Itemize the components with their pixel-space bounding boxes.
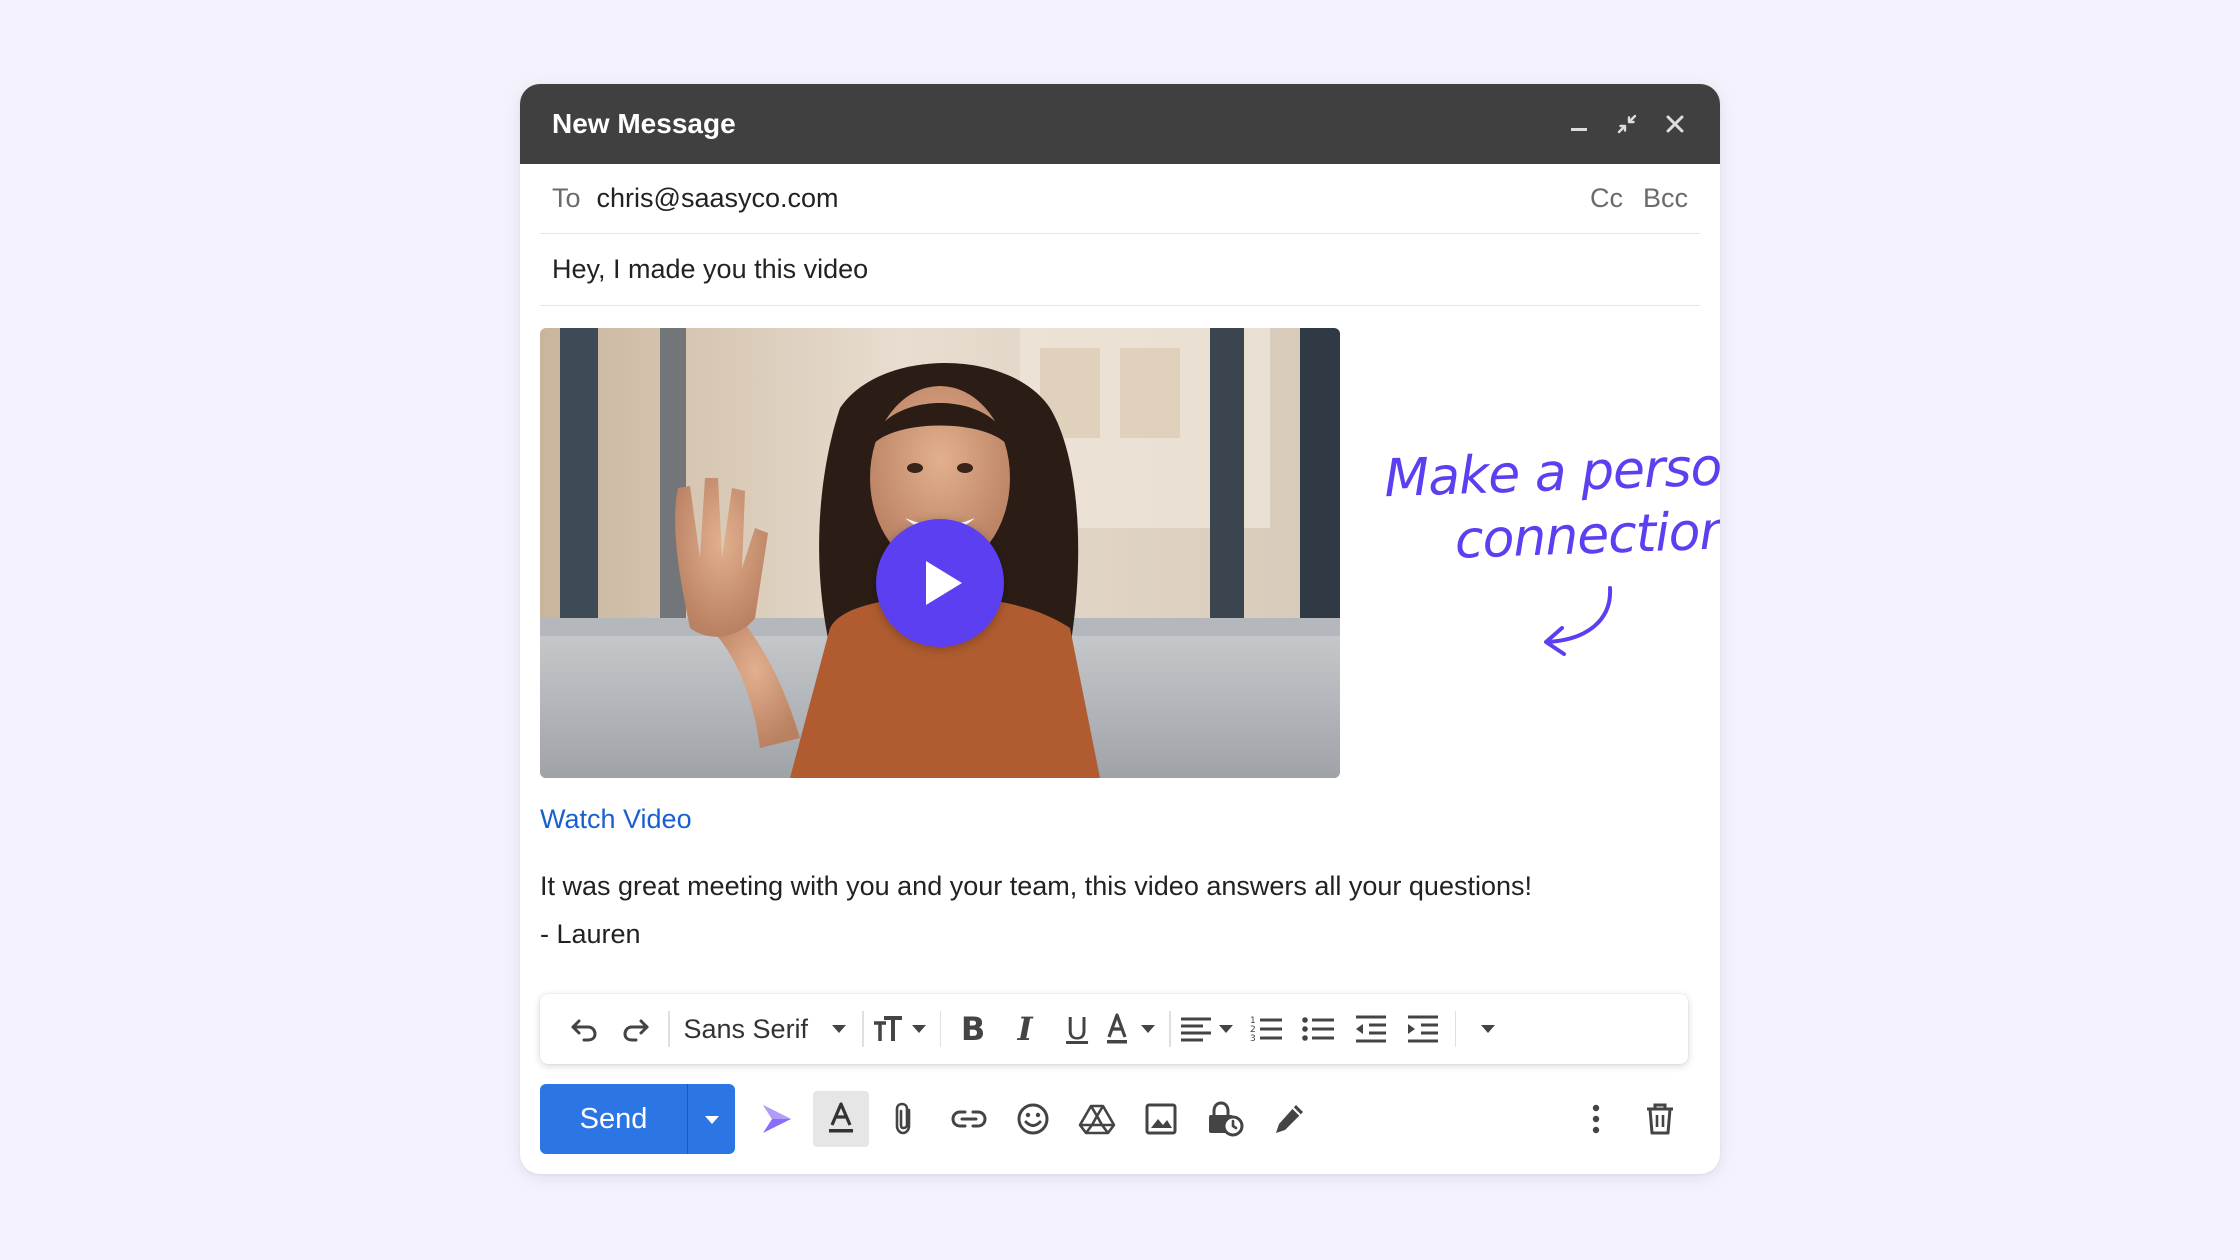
more-formatting-button[interactable] — [1462, 1005, 1514, 1053]
discard-draft-icon[interactable] — [1632, 1091, 1688, 1147]
bcc-button[interactable]: Bcc — [1643, 183, 1688, 214]
play-icon — [926, 561, 962, 605]
confidential-mode-icon[interactable] — [1197, 1091, 1253, 1147]
handwritten-annotation: Make a personal connection — [1380, 433, 1720, 576]
compose-window: New Message To chris@saasyco.com Cc Bcc … — [520, 84, 1720, 1174]
numbered-list-icon: 1 2 3 — [1250, 1016, 1282, 1044]
subject-field[interactable]: Hey, I made you this video — [552, 254, 868, 285]
annotation-line-1: Make a personal — [1383, 434, 1720, 510]
indent-more-icon — [1407, 1015, 1438, 1043]
underline-icon: U — [1066, 1011, 1089, 1047]
insert-link-icon[interactable] — [941, 1091, 997, 1147]
text-size-icon — [873, 1016, 926, 1041]
toolbar-divider — [668, 1011, 670, 1047]
bold-button[interactable]: B — [947, 1005, 999, 1053]
font-family-label: Sans Serif — [683, 1013, 809, 1044]
play-button[interactable] — [876, 519, 1004, 647]
send-button-group: Send — [540, 1084, 735, 1154]
text-color-icon — [1107, 1013, 1156, 1044]
bold-icon: B — [960, 1010, 986, 1048]
cc-bcc-links: Cc Bcc — [1590, 183, 1688, 214]
insert-photo-icon[interactable] — [1133, 1091, 1189, 1147]
text-color-select[interactable] — [1103, 1005, 1163, 1053]
message-body[interactable]: It was great meeting with you and your t… — [540, 862, 1532, 958]
watch-video-link[interactable]: Watch Video — [540, 804, 692, 835]
chevron-down-icon — [704, 1116, 719, 1124]
indent-more-button[interactable] — [1397, 1005, 1449, 1053]
window-controls — [1566, 111, 1688, 137]
to-field-row[interactable]: To chris@saasyco.com Cc Bcc — [540, 164, 1700, 234]
font-family-select[interactable]: Sans Serif — [676, 1005, 857, 1053]
toolbar-divider — [939, 1011, 942, 1047]
redo-icon[interactable] — [610, 1005, 662, 1053]
formatting-options-icon[interactable] — [813, 1091, 869, 1147]
window-title: New Message — [552, 108, 736, 139]
undo-icon[interactable] — [558, 1005, 610, 1053]
video-thumbnail[interactable] — [540, 328, 1340, 778]
svg-text:3: 3 — [1250, 1034, 1256, 1044]
align-select[interactable] — [1177, 1005, 1241, 1053]
toolbar-divider — [862, 1011, 864, 1047]
insert-signature-icon[interactable] — [1261, 1091, 1317, 1147]
to-label: To — [552, 183, 581, 213]
bulleted-list-button[interactable] — [1293, 1005, 1345, 1053]
exit-fullscreen-icon[interactable] — [1614, 111, 1640, 137]
numbered-list-button[interactable]: 1 2 3 — [1241, 1005, 1293, 1053]
curved-arrow-icon — [1544, 586, 1613, 656]
chevron-down-icon — [1481, 1025, 1496, 1033]
body-signature: - Lauren — [540, 919, 641, 949]
italic-button[interactable]: I — [999, 1005, 1051, 1053]
align-left-icon — [1180, 1017, 1233, 1042]
cc-button[interactable]: Cc — [1590, 183, 1623, 214]
body-line-1: It was great meeting with you and your t… — [540, 871, 1532, 901]
send-options-button[interactable] — [687, 1084, 735, 1154]
more-options-icon[interactable] — [1568, 1091, 1624, 1147]
subject-row[interactable]: Hey, I made you this video — [540, 234, 1700, 306]
google-drive-icon[interactable] — [1069, 1091, 1125, 1147]
chevron-down-icon — [832, 1025, 847, 1033]
compose-actions-bar: Send — [540, 1084, 1688, 1154]
attach-file-icon[interactable] — [877, 1091, 933, 1147]
indent-less-button[interactable] — [1345, 1005, 1397, 1053]
font-size-select[interactable] — [870, 1005, 934, 1053]
italic-icon: I — [1017, 1010, 1033, 1048]
compose-titlebar[interactable]: New Message — [520, 84, 1720, 164]
send-button[interactable]: Send — [540, 1084, 687, 1154]
to-recipient[interactable]: chris@saasyco.com — [597, 183, 839, 214]
indent-less-icon — [1355, 1015, 1386, 1043]
minimize-icon[interactable] — [1566, 111, 1592, 137]
close-icon[interactable] — [1662, 111, 1688, 137]
video-extension-icon[interactable] — [749, 1091, 805, 1147]
formatting-toolbar: Sans Serif B I U 1 2 3 — [540, 994, 1688, 1064]
toolbar-divider — [1169, 1011, 1171, 1047]
bulleted-list-icon — [1301, 1017, 1334, 1041]
underline-button[interactable]: U — [1051, 1005, 1103, 1053]
toolbar-divider — [1454, 1011, 1457, 1047]
insert-emoji-icon[interactable] — [1005, 1091, 1061, 1147]
